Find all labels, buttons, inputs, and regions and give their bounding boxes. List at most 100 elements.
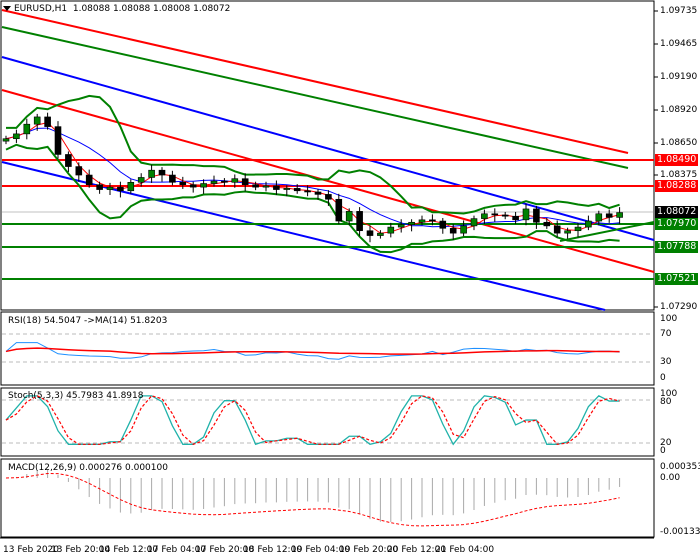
candle-bearish [189,184,197,188]
candle-bullish [23,123,31,135]
candle-bullish [522,208,530,221]
price-tick: 1.09735 [660,6,698,16]
candle-bullish [595,213,603,222]
stoch-level: 0 [660,446,666,456]
high-value: 1.08088 [112,4,151,14]
price-tag-1-08288: 1.08288 [655,180,698,192]
candle-bearish [117,186,124,192]
bollinger-upper [6,94,620,215]
rsi-level: 70 [660,329,672,339]
candle-bearish [158,169,166,176]
candle-bearish [44,116,51,127]
candle-bullish [345,211,353,222]
candle-bearish [429,219,436,222]
candle-bearish [335,198,343,222]
macd-signal-line [5,472,620,527]
candle-bearish [501,214,509,217]
candle-bearish [252,184,259,188]
candle-bullish [13,133,20,140]
candle-bearish [54,126,62,155]
candle-bullish [200,183,207,188]
candle-bullish [33,116,41,125]
price-tag-1-07788: 1.07788 [655,241,698,253]
candle-bearish [366,230,374,236]
price-tick: 1.08650 [660,138,698,148]
candle-bullish [387,226,395,234]
candle-bullish [137,177,145,183]
chart-header: EURUSD,H1 1.08088 1.08088 1.08008 1.0807… [14,4,230,14]
candle-bullish [460,225,467,234]
collapse-triangle-icon[interactable] [3,6,11,11]
candle-bearish [543,221,551,227]
price-tick: 1.09190 [660,72,698,82]
rsi-title: RSI(18) 54.5047 ->MA(14) 51.8203 [8,316,168,326]
candle-bearish [179,182,187,186]
candle-bearish [65,154,72,167]
low-value: 1.08008 [153,4,191,14]
price-tick: 1.09465 [660,39,698,49]
candle-bullish [210,180,218,184]
time-tick: 21 Feb 04:00 [435,545,495,555]
open-value: 1.08088 [72,4,111,14]
candle-bearish [304,190,311,193]
candle-bearish [314,191,322,195]
main-panel-frame [0,0,655,311]
candle-bearish [605,213,613,218]
candle-bearish [221,180,228,183]
red-trend-line[interactable] [1,89,655,273]
macd-title: MACD(12,26,9) 0.000276 0.000100 [8,463,168,473]
rsi-level: 0 [660,373,666,383]
candle-bullish [470,218,478,227]
candle-bullish [574,226,582,232]
macd-level: -0.001333 [660,527,700,537]
candle-bullish [2,138,10,142]
candle-bearish [293,188,301,192]
candle-bearish [241,178,249,186]
candle-bullish [262,185,270,188]
price-tag-1-07970: 1.07970 [655,218,698,230]
stoch-title: Stoch(5,3,3) 45.7983 41.8918 [8,391,144,401]
stoch-level: 80 [660,397,672,407]
candle-bullish [106,186,114,190]
price-tag-1-07521: 1.07521 [655,273,698,285]
candle-bearish [169,174,176,183]
price-tick: 1.08375 [660,170,698,180]
candle-bearish [85,174,93,186]
candle-bullish [481,213,488,219]
candle-bearish [491,213,499,216]
candle-bearish [96,184,103,190]
stoch-main-line [5,395,620,446]
candle-bullish [564,230,571,234]
rsi-level: 30 [660,357,672,367]
candle-bullish [148,169,155,178]
rsi-level: 100 [660,314,678,324]
close-value: 1.08072 [193,4,231,14]
candle-bullish [127,182,135,192]
candle-bullish [418,219,426,223]
candle-bearish [533,208,540,223]
candle-bearish [449,228,457,234]
candle-bullish [397,224,405,228]
symbol-label: EURUSD,H1 [14,4,68,14]
price-tick: 1.07290 [660,302,698,312]
candle-bearish [356,211,363,232]
macd-level: 0.00 [660,473,681,483]
candle-bullish [377,232,384,236]
price-tag-1-08490: 1.08490 [655,154,698,166]
chart-canvas[interactable] [0,0,700,560]
macd-level: 0.000353 [660,462,700,472]
candle-bearish [439,220,447,229]
candle-bearish [325,194,332,200]
candle-bullish [283,188,291,190]
candle-bullish [408,221,415,225]
candle-bullish [231,178,239,183]
candle-bearish [273,185,280,190]
candle-bullish [616,212,623,218]
candle-bearish [512,215,519,221]
price-tick: 1.08920 [660,105,698,115]
candle-bullish [585,220,592,228]
candle-bearish [553,225,561,234]
red-channel-top[interactable] [1,9,629,154]
candle-bearish [75,166,83,176]
current-price-tag: 1.08072 [655,206,698,218]
